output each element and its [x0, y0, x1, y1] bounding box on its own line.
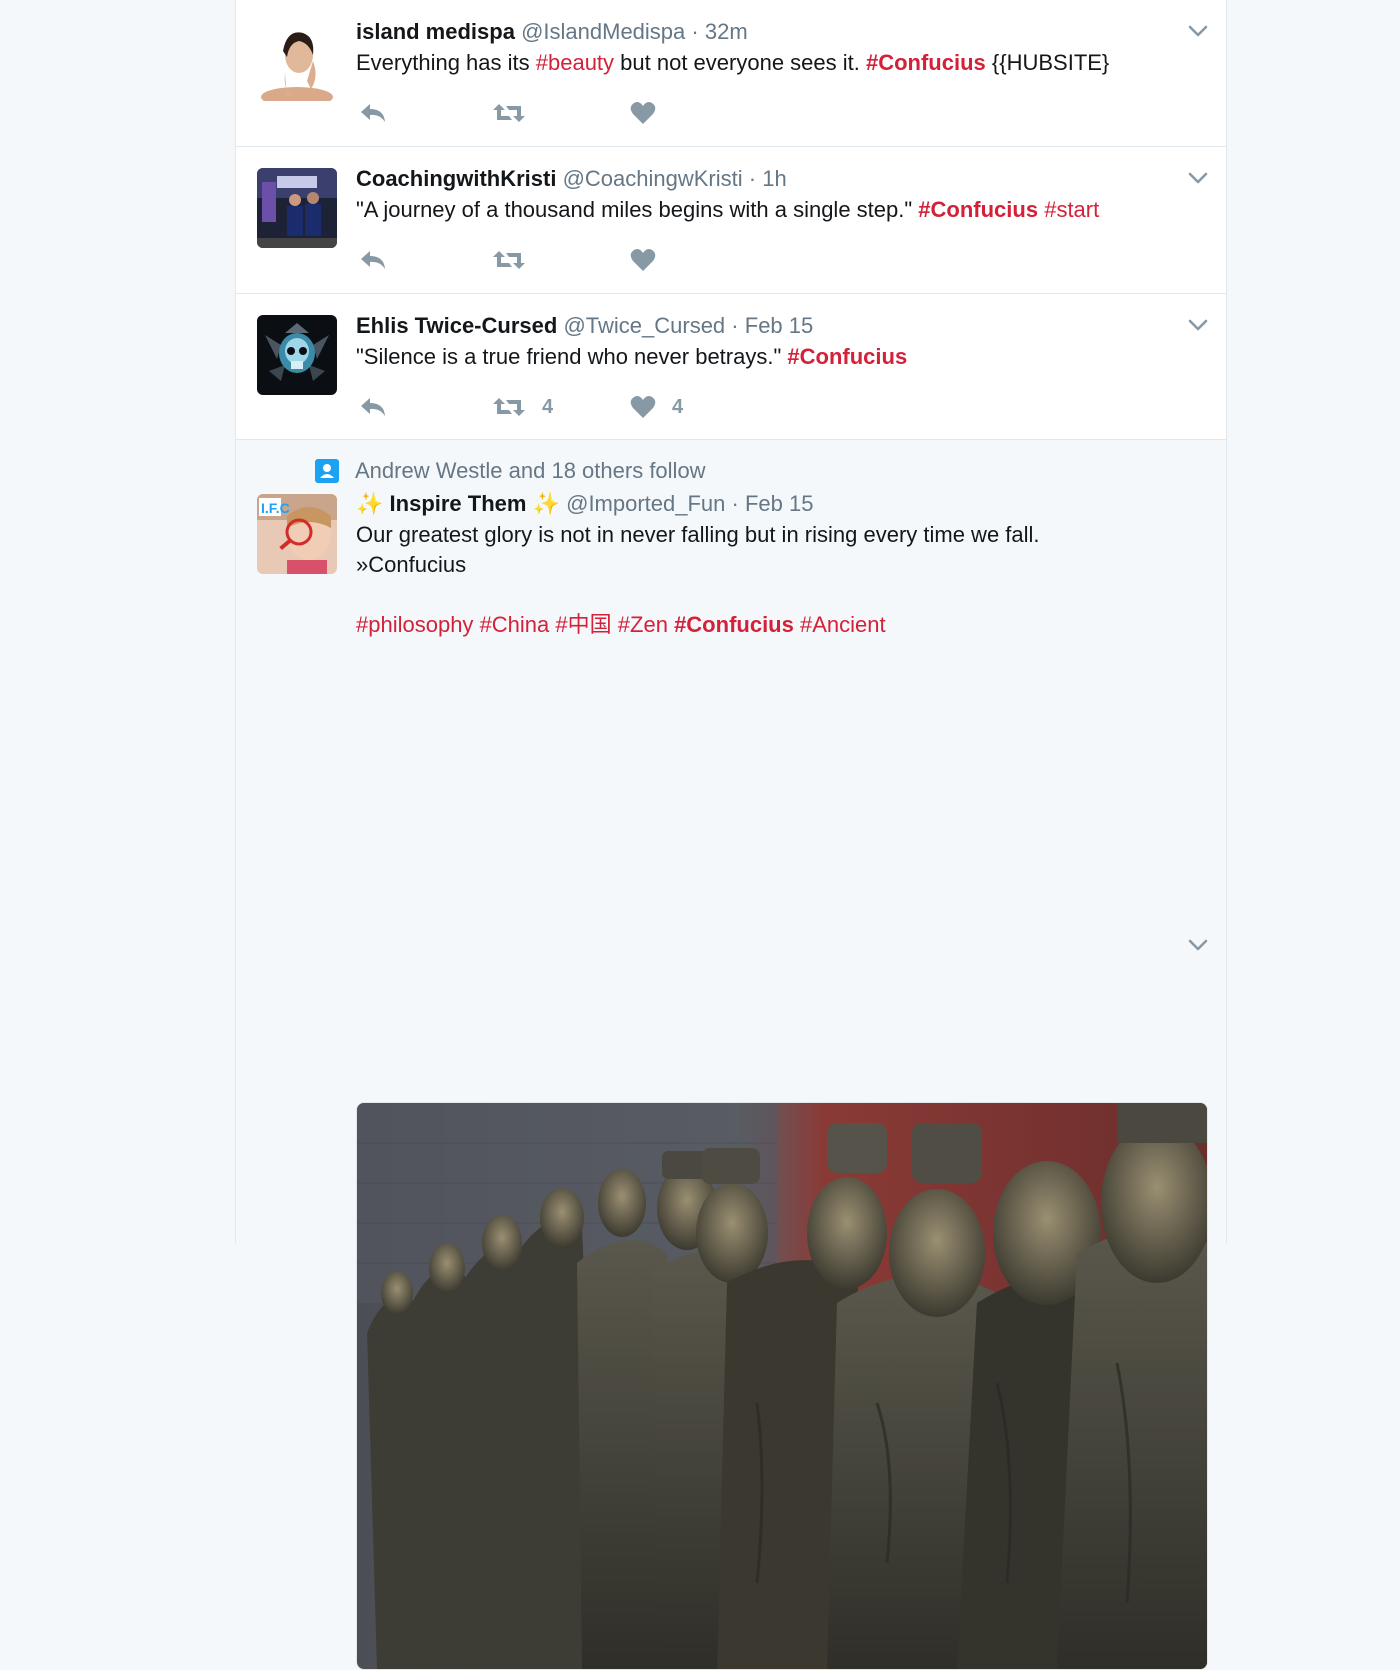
tweet[interactable]: Ehlis Twice-Cursed @Twice_Cursed · Feb 1… [236, 294, 1226, 440]
social-context-text[interactable]: Andrew Westle and 18 others follow [355, 456, 706, 486]
tweet-content: ✨ Inspire Them ✨ @Imported_Fun · Feb 15 … [356, 488, 1166, 640]
tweet-header: ✨ Inspire Them ✨ @Imported_Fun · Feb 15 [356, 488, 1166, 520]
heart-icon [630, 249, 656, 271]
skull-avatar-icon [257, 315, 337, 395]
like-count: 4 [672, 395, 684, 418]
retweet-icon [493, 251, 525, 269]
avatar-text: I.F.C [261, 500, 290, 516]
hashtag[interactable]: #philosophy [356, 612, 473, 637]
timestamp[interactable]: 32m [705, 19, 748, 44]
hashtag[interactable]: #Ancient [800, 612, 886, 637]
tweet-header: CoachingwithKristi @CoachingwKristi · 1h [356, 163, 1166, 195]
username[interactable]: @Imported_Fun [566, 491, 725, 516]
tweet[interactable]: CoachingwithKristi @CoachingwKristi · 1h… [236, 147, 1226, 294]
reply-icon [361, 104, 385, 122]
social-context: Andrew Westle and 18 others follow [315, 456, 706, 486]
sparkles-icon: ✨ [532, 491, 560, 516]
hashtag[interactable]: #beauty [536, 50, 614, 75]
separator-dot: · [691, 19, 699, 44]
reply-icon [361, 398, 385, 416]
retweet-button[interactable] [492, 245, 526, 275]
separator-dot: · [731, 313, 739, 338]
person-icon [315, 459, 339, 483]
reply-button[interactable] [358, 98, 388, 128]
tweet-content: Ehlis Twice-Cursed @Twice_Cursed · Feb 1… [356, 310, 1166, 372]
retweet-count: 4 [542, 395, 554, 418]
hashtag[interactable]: #start [1044, 197, 1099, 222]
retweet-button[interactable]: 4 [492, 392, 553, 422]
like-button[interactable] [630, 245, 656, 275]
tweet-text: "A journey of a thousand miles begins wi… [356, 195, 1166, 225]
like-button[interactable] [630, 98, 656, 128]
hashtag[interactable]: #China [480, 612, 550, 637]
reply-button[interactable] [358, 392, 388, 422]
tweet-text: Everything has its #beauty but not every… [356, 48, 1166, 78]
text-segment: but not everyone sees it. [614, 50, 866, 75]
separator-dot: · [731, 491, 739, 516]
hashtag[interactable]: #中国 [555, 612, 611, 637]
avatar[interactable] [257, 168, 337, 248]
tweet[interactable]: Andrew Westle and 18 others follow I.F.C… [236, 440, 1226, 1670]
media-photo[interactable] [356, 1102, 1208, 1670]
reply-button[interactable] [358, 245, 388, 275]
chevron-down-icon[interactable] [1188, 24, 1208, 38]
chevron-down-icon[interactable] [1188, 171, 1208, 185]
display-name[interactable]: Inspire Them [390, 491, 527, 516]
like-button[interactable]: 4 [630, 392, 683, 422]
username[interactable]: @Twice_Cursed [563, 313, 725, 338]
text-segment: "A journey of a thousand miles begins wi… [356, 197, 919, 222]
display-name[interactable]: Ehlis Twice-Cursed [356, 313, 557, 338]
terracotta-statues-photo-icon [357, 1103, 1207, 1669]
hashtag[interactable]: #Confucius [674, 612, 794, 637]
chevron-down-icon[interactable] [1188, 938, 1208, 952]
heart-icon [630, 102, 656, 124]
reply-icon [361, 251, 385, 269]
tweet-text: Our greatest glory is not in never falli… [356, 520, 1166, 640]
timeline: island medispa @IslandMedispa · 32m Ever… [235, 0, 1227, 1670]
retweet-button[interactable] [492, 98, 526, 128]
timestamp[interactable]: Feb 15 [745, 491, 814, 516]
heart-icon [630, 396, 656, 418]
timestamp[interactable]: 1h [762, 166, 786, 191]
hashtag-line: #philosophy #China #中国 #Zen #Confucius #… [356, 610, 1166, 640]
display-name[interactable]: island medispa [356, 19, 515, 44]
text-line: »Confucius [356, 552, 467, 577]
avatar[interactable] [257, 315, 337, 395]
avatar[interactable] [257, 21, 337, 101]
tweet-header: island medispa @IslandMedispa · 32m [356, 16, 1166, 48]
separator-dot: · [748, 166, 757, 191]
tweet-content: CoachingwithKristi @CoachingwKristi · 1h… [356, 163, 1166, 225]
text-segment: "Silence is a true friend who never betr… [356, 344, 788, 369]
sparkles-icon: ✨ [356, 491, 384, 516]
hashtag[interactable]: #Zen [618, 612, 668, 637]
tweet-content: island medispa @IslandMedispa · 32m Ever… [356, 16, 1166, 78]
text-segment: Everything has its [356, 50, 536, 75]
chevron-down-icon[interactable] [1188, 318, 1208, 332]
retweet-icon [493, 398, 525, 416]
avatar[interactable]: I.F.C [257, 494, 337, 574]
text-line: Our greatest glory is not in never falli… [356, 522, 1040, 547]
timestamp[interactable]: Feb 15 [745, 313, 814, 338]
tweet-header: Ehlis Twice-Cursed @Twice_Cursed · Feb 1… [356, 310, 1166, 342]
text-segment: {{HUBSITE} [985, 50, 1110, 75]
hashtag[interactable]: #Confucius [918, 197, 1038, 222]
people-photo-avatar-icon [257, 168, 337, 248]
username[interactable]: @IslandMedispa [521, 19, 685, 44]
hashtag[interactable]: #Confucius [787, 344, 907, 369]
tweet-text: "Silence is a true friend who never betr… [356, 342, 1166, 372]
display-name[interactable]: CoachingwithKristi [356, 166, 556, 191]
hashtag[interactable]: #Confucius [866, 50, 986, 75]
child-magnifier-avatar-icon: I.F.C [257, 494, 337, 574]
tweet[interactable]: island medispa @IslandMedispa · 32m Ever… [236, 0, 1226, 147]
woman-portrait-avatar-icon [257, 21, 337, 101]
username[interactable]: @CoachingwKristi [563, 166, 743, 191]
retweet-icon [493, 104, 525, 122]
